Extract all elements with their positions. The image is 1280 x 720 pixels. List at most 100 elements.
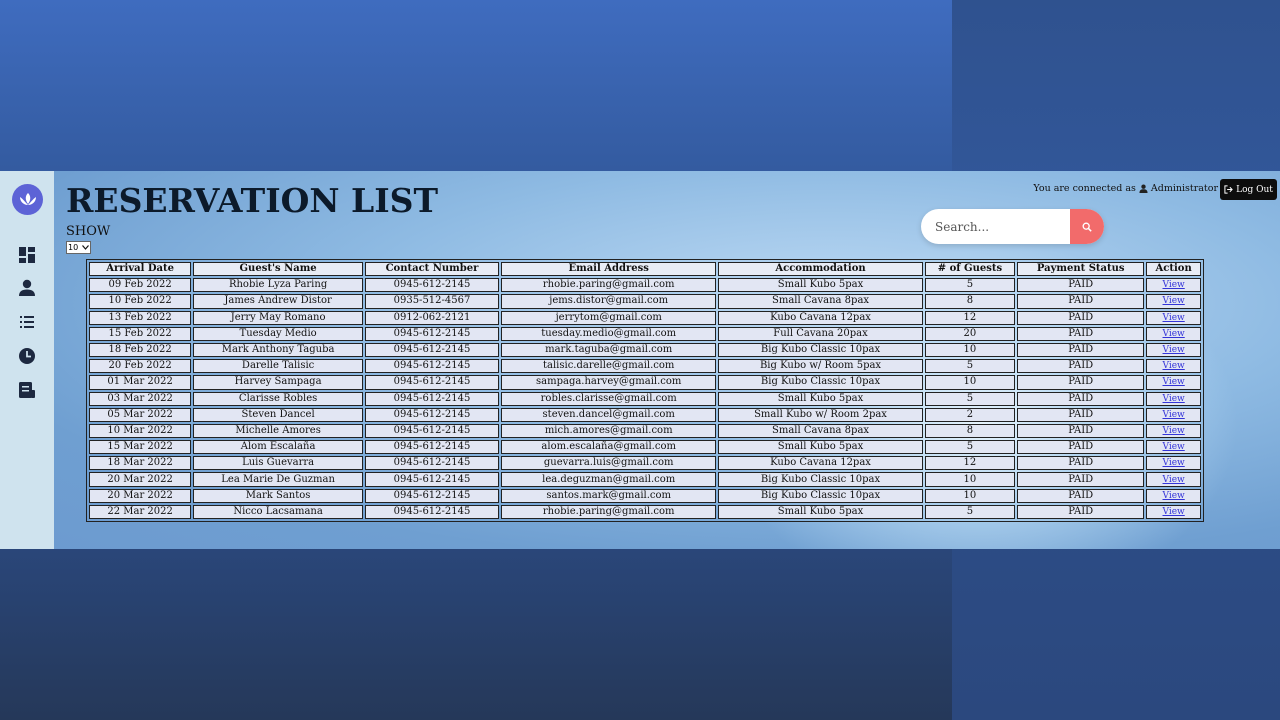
view-link[interactable]: View <box>1163 377 1185 387</box>
email-cell: rhobie.paring@gmail.com <box>501 278 717 293</box>
email-cell: robles.clarisse@gmail.com <box>501 391 717 406</box>
connected-status: You are connected as Administrator <box>1033 183 1218 194</box>
accommodation-cell: Small Cavana 8pax <box>718 294 923 309</box>
guest-count-cell: 12 <box>924 310 1016 325</box>
accommodation-cell: Small Cavana 8pax <box>718 423 923 439</box>
payment-status-cell: PAID <box>1017 391 1145 406</box>
payment-status-cell: PAID <box>1017 294 1145 309</box>
accommodation-cell: Big Kubo Classic 10pax <box>718 375 923 390</box>
view-link[interactable]: View <box>1163 426 1185 436</box>
email-cell: santos.mark@gmail.com <box>501 488 717 503</box>
table-row: 15 Feb 2022 Tuesday Medio 0945-612-2145 tue… <box>89 326 1201 341</box>
guest-count-cell: 5 <box>924 391 1016 406</box>
accommodation-cell: Small Kubo 5pax <box>718 278 923 293</box>
accommodation-cell: Big Kubo Classic 10pax <box>718 342 923 358</box>
column-header[interactable]: # of Guests <box>924 262 1016 277</box>
action-cell: View <box>1146 310 1201 325</box>
column-header[interactable]: Guest's Name <box>193 262 363 277</box>
guest-name-cell: Clarisse Robles <box>193 391 363 406</box>
action-cell: View <box>1146 504 1201 519</box>
column-header[interactable]: Arrival Date <box>89 262 192 277</box>
guest-count-cell: 5 <box>924 278 1016 293</box>
lotus-logo-icon[interactable] <box>12 184 43 215</box>
app-window: RESERVATION LIST SHOW 10 You are connect… <box>0 171 1280 549</box>
view-link[interactable]: View <box>1163 507 1185 517</box>
view-link[interactable]: View <box>1163 345 1185 355</box>
report-icon[interactable] <box>18 381 38 401</box>
list-icon[interactable] <box>18 313 38 333</box>
view-link[interactable]: View <box>1163 410 1185 420</box>
arrival-date-cell: 18 Feb 2022 <box>89 342 192 358</box>
arrival-date-cell: 20 Feb 2022 <box>89 359 192 374</box>
arrival-date-cell: 15 Mar 2022 <box>89 440 192 455</box>
view-link[interactable]: View <box>1163 329 1185 339</box>
action-cell: View <box>1146 472 1201 487</box>
arrival-date-cell: 09 Feb 2022 <box>89 278 192 293</box>
action-cell: View <box>1146 294 1201 309</box>
search-button[interactable] <box>1070 209 1104 244</box>
chevron-down-icon <box>82 245 89 250</box>
guest-name-cell: James Andrew Distor <box>193 294 363 309</box>
view-link[interactable]: View <box>1163 280 1185 290</box>
action-cell: View <box>1146 359 1201 374</box>
user-icon[interactable] <box>18 279 38 299</box>
column-header[interactable]: Accommodation <box>718 262 923 277</box>
column-header[interactable]: Contact Number <box>364 262 500 277</box>
email-cell: guevarra.luis@gmail.com <box>501 456 717 471</box>
column-header[interactable]: Email Address <box>501 262 717 277</box>
column-header[interactable]: Action <box>1146 262 1201 277</box>
logout-button[interactable]: Log Out <box>1220 179 1277 200</box>
dashboard-icon[interactable] <box>18 246 38 266</box>
action-cell: View <box>1146 440 1201 455</box>
accommodation-cell: Small Kubo w/ Room 2pax <box>718 407 923 422</box>
action-cell: View <box>1146 391 1201 406</box>
view-link[interactable]: View <box>1163 394 1185 404</box>
contact-number-cell: 0945-612-2145 <box>364 456 500 471</box>
contact-number-cell: 0945-612-2145 <box>364 326 500 341</box>
action-cell: View <box>1146 278 1201 293</box>
view-link[interactable]: View <box>1163 313 1185 323</box>
contact-number-cell: 0912-062-2121 <box>364 310 500 325</box>
view-link[interactable]: View <box>1163 475 1185 485</box>
guest-name-cell: Jerry May Romano <box>193 310 363 325</box>
table-row: 01 Mar 2022 Harvey Sampaga 0945-612-2145 sa… <box>89 375 1201 390</box>
table-row: 10 Mar 2022 Michelle Amores 0945-612-2145 m… <box>89 423 1201 439</box>
guest-name-cell: Mark Santos <box>193 488 363 503</box>
accommodation-cell: Small Kubo 5pax <box>718 440 923 455</box>
column-header[interactable]: Payment Status <box>1017 262 1145 277</box>
arrival-date-cell: 20 Mar 2022 <box>89 488 192 503</box>
payment-status-cell: PAID <box>1017 440 1145 455</box>
email-cell: alom.escalaña@gmail.com <box>501 440 717 455</box>
clock-icon[interactable] <box>18 347 38 367</box>
payment-status-cell: PAID <box>1017 488 1145 503</box>
email-cell: tuesday.medio@gmail.com <box>501 326 717 341</box>
user-small-icon <box>1139 184 1148 193</box>
arrival-date-cell: 15 Feb 2022 <box>89 326 192 341</box>
view-link[interactable]: View <box>1163 491 1185 501</box>
guest-name-cell: Darelle Talisic <box>193 359 363 374</box>
search-input[interactable] <box>921 209 1070 244</box>
view-link[interactable]: View <box>1163 442 1185 452</box>
search-icon <box>1082 222 1092 232</box>
logout-icon <box>1224 185 1233 194</box>
search-box <box>921 209 1104 244</box>
table-row: 22 Mar 2022 Nicco Lacsamana 0945-612-2145 r… <box>89 504 1201 519</box>
email-cell: lea.deguzman@gmail.com <box>501 472 717 487</box>
guest-count-cell: 8 <box>924 294 1016 309</box>
payment-status-cell: PAID <box>1017 310 1145 325</box>
contact-number-cell: 0945-612-2145 <box>364 375 500 390</box>
sidebar <box>0 171 54 549</box>
contact-number-cell: 0945-612-2145 <box>364 472 500 487</box>
view-link[interactable]: View <box>1163 296 1185 306</box>
email-cell: jems.distor@gmail.com <box>501 294 717 309</box>
email-cell: mark.taguba@gmail.com <box>501 342 717 358</box>
view-link[interactable]: View <box>1163 361 1185 371</box>
payment-status-cell: PAID <box>1017 504 1145 519</box>
show-label: SHOW <box>66 224 111 239</box>
table-row: 03 Mar 2022 Clarisse Robles 0945-612-2145 r… <box>89 391 1201 406</box>
view-link[interactable]: View <box>1163 458 1185 468</box>
table-row: 05 Mar 2022 Steven Dancel 0945-612-2145 ste… <box>89 407 1201 422</box>
show-entries-select[interactable]: 10 <box>66 241 91 254</box>
guest-count-cell: 5 <box>924 359 1016 374</box>
guest-name-cell: Nicco Lacsamana <box>193 504 363 519</box>
